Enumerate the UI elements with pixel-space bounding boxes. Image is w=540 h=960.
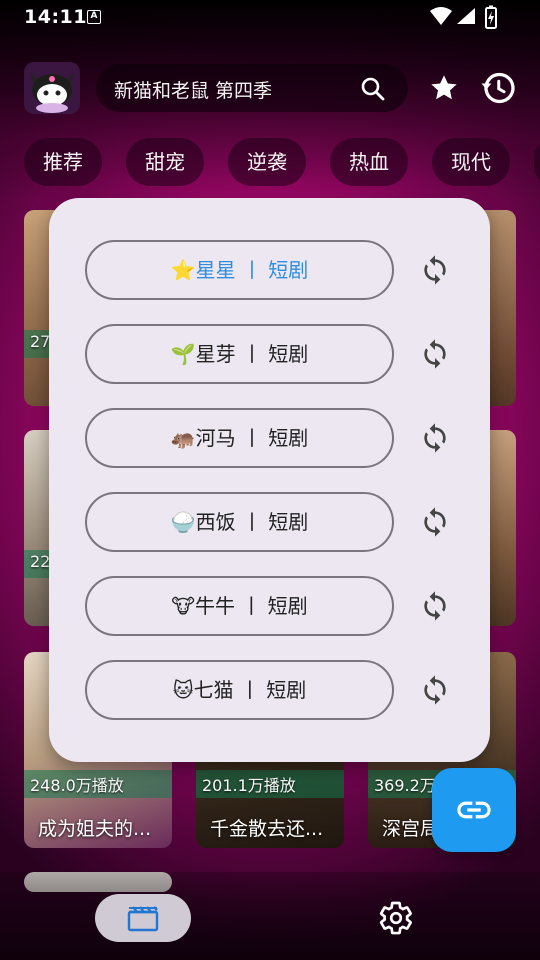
seedling-emoji-icon: 🌱 (170, 342, 196, 366)
search-bar[interactable]: 新猫和老鼠 第四季 (96, 64, 408, 112)
refresh-icon[interactable] (419, 254, 451, 286)
nav-video-tab[interactable] (95, 894, 191, 942)
star-icon[interactable] (428, 72, 460, 104)
signal-icon (457, 8, 475, 24)
keyboard-a-icon: A (87, 10, 101, 24)
hippo-emoji-icon: 🦛 (170, 426, 196, 450)
avatar[interactable] (24, 62, 80, 114)
source-button-niuniu[interactable]: 🐮牛牛 丨 短剧 (85, 576, 394, 636)
category-tabs: 推荐 甜宠 逆袭 热血 现代 (24, 138, 540, 186)
source-select-dialog: ⭐星星 丨 短剧 🌱星芽 丨 短剧 🦛河马 丨 短剧 🍚西饭 丨 短剧 🐮牛牛 … (49, 198, 490, 762)
source-button-hema[interactable]: 🦛河马 丨 短剧 (85, 408, 394, 468)
tab-sweet[interactable]: 甜宠 (126, 138, 204, 186)
source-button-xingya[interactable]: 🌱星芽 丨 短剧 (85, 324, 394, 384)
search-icon[interactable] (360, 76, 386, 102)
source-row: 🌱星芽 丨 短剧 (85, 324, 455, 384)
play-count: 248.0万播放 (30, 776, 124, 795)
source-row: 🦛河马 丨 短剧 (85, 408, 455, 468)
source-label: 星芽 丨 短剧 (195, 342, 309, 366)
drama-title: 成为姐夫的... (38, 818, 152, 840)
source-button-xingxing[interactable]: ⭐星星 丨 短剧 (85, 240, 394, 300)
rice-emoji-icon: 🍚 (170, 510, 196, 534)
drama-title: 千金散去还... (210, 818, 324, 840)
play-count: 369.2万 (374, 776, 436, 795)
refresh-icon[interactable] (419, 338, 451, 370)
refresh-icon[interactable] (419, 422, 451, 454)
wifi-icon (430, 7, 452, 25)
refresh-icon[interactable] (419, 674, 451, 706)
bottom-navigation (0, 872, 540, 960)
source-label: 星星 丨 短剧 (195, 258, 309, 282)
tab-modern[interactable]: 现代 (432, 138, 510, 186)
gear-icon[interactable] (378, 900, 414, 936)
link-fab-button[interactable] (432, 768, 516, 852)
battery-charging-icon (485, 5, 497, 29)
star-emoji-icon: ⭐ (170, 258, 196, 282)
tab-hot-blood[interactable]: 热血 (330, 138, 408, 186)
tab-more[interactable] (534, 138, 540, 186)
play-count: 27 (30, 332, 51, 351)
status-bar: 14:11 A (0, 0, 540, 34)
refresh-icon[interactable] (419, 506, 451, 538)
source-row: 🐱七猫 丨 短剧 (85, 660, 455, 720)
kuromi-avatar-icon (24, 62, 80, 114)
drama-title: 深宫局 (382, 818, 440, 840)
status-time: 14:11 (24, 6, 87, 28)
source-row: 🐮牛牛 丨 短剧 (85, 576, 455, 636)
source-row: ⭐星星 丨 短剧 (85, 240, 455, 300)
link-icon (457, 801, 491, 819)
source-label: 西饭 丨 短剧 (195, 510, 309, 534)
cow-emoji-icon: 🐮 (171, 594, 195, 618)
cat-emoji-icon: 🐱 (172, 678, 194, 702)
play-count: 22 (30, 552, 51, 571)
play-count: 201.1万播放 (202, 776, 296, 795)
history-icon[interactable] (480, 70, 516, 106)
source-button-qimao[interactable]: 🐱七猫 丨 短剧 (85, 660, 394, 720)
refresh-icon[interactable] (419, 590, 451, 622)
tab-recommend[interactable]: 推荐 (24, 138, 102, 186)
source-label: 河马 丨 短剧 (195, 426, 309, 450)
source-button-xifan[interactable]: 🍚西饭 丨 短剧 (85, 492, 394, 552)
video-icon (127, 906, 159, 932)
source-label: 牛牛 丨 短剧 (194, 594, 308, 618)
source-label: 七猫 丨 短剧 (193, 678, 307, 702)
tab-counterattack[interactable]: 逆袭 (228, 138, 306, 186)
search-input[interactable]: 新猫和老鼠 第四季 (114, 76, 272, 103)
app-screen: 14:11 A 新猫和老鼠 第四季 推荐 甜宠 逆袭 热血 现代 27 22 2… (0, 0, 540, 960)
source-row: 🍚西饭 丨 短剧 (85, 492, 455, 552)
